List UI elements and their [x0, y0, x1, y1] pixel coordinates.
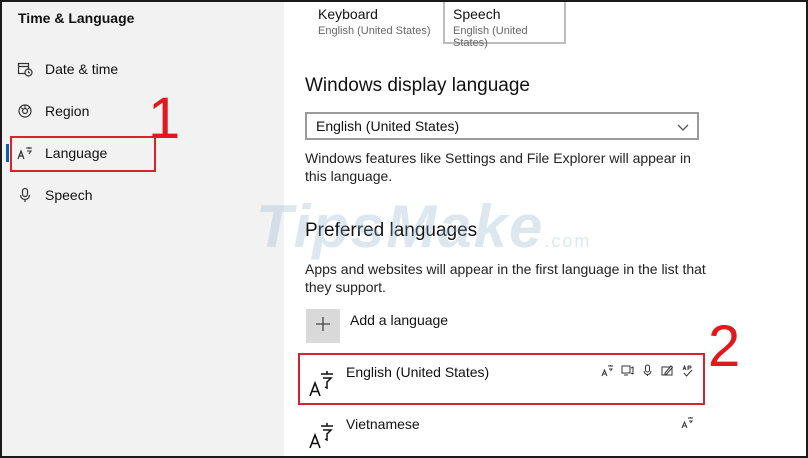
- watermark: TipsMake.com: [256, 192, 591, 261]
- display-language-description: Windows features like Settings and File …: [305, 150, 691, 184]
- display-language-select[interactable]: English (United States): [305, 112, 699, 140]
- annotation-box-language: [10, 136, 156, 172]
- annotation-number-2: 2: [708, 314, 741, 379]
- plus-icon: [315, 316, 331, 337]
- watermark-suffix: .com: [544, 231, 592, 251]
- sidebar-item-region[interactable]: Region: [2, 91, 284, 131]
- sidebar-item-label: Date & time: [45, 61, 119, 77]
- sidebar: Time & Language Date & time Region Langu…: [2, 2, 284, 456]
- tab-keyboard[interactable]: Keyboard English (United States): [310, 2, 439, 44]
- annotation-number-1: 1: [148, 86, 181, 151]
- sidebar-item-label: Speech: [45, 187, 93, 203]
- display-language-title: Windows display language: [305, 75, 530, 96]
- annotation-box-english: [298, 353, 705, 405]
- tab-name: Speech: [453, 6, 501, 22]
- add-language-button[interactable]: [306, 309, 340, 343]
- active-indicator: [6, 144, 9, 162]
- language-icon: [308, 418, 336, 450]
- sidebar-item-label: Region: [45, 103, 90, 119]
- tab-name: Keyboard: [318, 6, 378, 22]
- preferred-languages-description: Apps and websites will appear in the fir…: [305, 261, 706, 295]
- microphone-icon: [16, 186, 34, 204]
- sidebar-item-date-time[interactable]: Date & time: [2, 49, 284, 89]
- chevron-down-icon: [677, 120, 689, 132]
- select-value: English (United States): [316, 118, 460, 134]
- language-row-vietnamese[interactable]: Vietnamese: [298, 410, 706, 458]
- language-name: Vietnamese: [346, 416, 420, 432]
- language-feature-icons: [681, 416, 694, 429]
- sidebar-title: Time & Language: [18, 10, 135, 26]
- display-language-icon: [681, 416, 694, 429]
- calendar-clock-icon: [16, 60, 34, 78]
- watermark-brand: TipsMake: [256, 193, 545, 260]
- sidebar-item-speech[interactable]: Speech: [2, 175, 284, 215]
- tab-subtitle: English (United States): [453, 25, 528, 49]
- tab-speech[interactable]: Speech English (United States): [443, 2, 566, 49]
- add-language-label[interactable]: Add a language: [350, 312, 448, 328]
- tab-subtitle: English (United States): [318, 25, 431, 37]
- globe-icon: [16, 102, 34, 120]
